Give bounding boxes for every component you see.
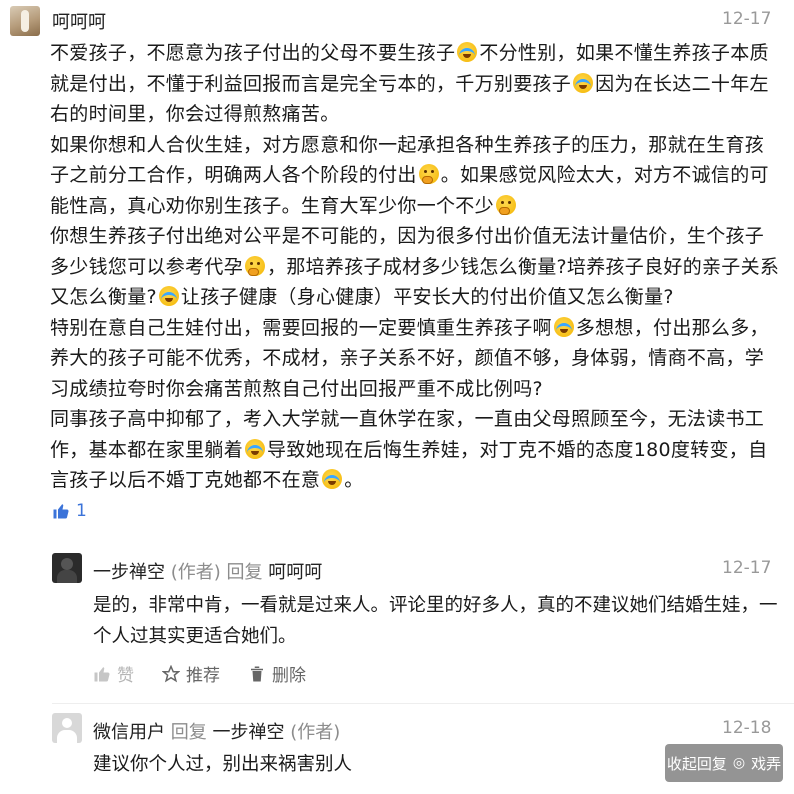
comment-text: 不爱孩子，不愿意为孩子付出的父母不要生孩子	[50, 42, 456, 64]
laugh-cry-emoji-icon	[573, 72, 594, 93]
reply-target[interactable]: 一步禅空	[212, 722, 284, 743]
collapse-label: 收起回复	[666, 754, 727, 773]
laugh-cry-emoji-icon	[553, 316, 574, 337]
reply-date: 12-18	[722, 718, 772, 738]
reply-target[interactable]: 呵呵呵	[268, 562, 322, 583]
comment-paragraph: 同事孩子高中抑郁了，考入大学就一直休学在家，一直由父母照顾至今，无法读书工作，基…	[50, 404, 780, 496]
comment-text: 让孩子健康（身心健康）平安长大的付出价值又怎么衡量?	[180, 286, 674, 308]
comment-text: 。	[344, 469, 364, 491]
thinking-emoji-icon	[418, 164, 439, 184]
avatar[interactable]	[52, 713, 82, 743]
laugh-cry-emoji-icon	[245, 438, 266, 459]
thumbs-up-icon	[94, 666, 110, 681]
reply-author[interactable]: 一步禅空	[93, 562, 165, 583]
laugh-cry-emoji-icon	[158, 286, 179, 306]
laugh-cry-emoji-icon	[457, 42, 478, 62]
delete-button[interactable]: 删除	[248, 661, 306, 686]
reply-author[interactable]: 微信用户	[93, 722, 165, 743]
like-count: 1	[76, 501, 87, 521]
like-action-label: 赞	[117, 666, 134, 686]
comment-paragraph: 不爱孩子，不愿意为孩子付出的父母不要生孩子 不分性别，如果不懂生养孩子本质就是付出…	[50, 38, 780, 130]
laugh-cry-emoji-icon	[322, 469, 343, 489]
author-tag: (作者)	[170, 562, 221, 583]
reply-word: 回复	[170, 722, 207, 743]
thumbs-up-icon	[53, 504, 69, 519]
comment-author[interactable]: 呵呵呵	[52, 8, 106, 34]
recommend-button[interactable]: 推荐	[162, 661, 220, 686]
reply-word: 回复	[226, 562, 263, 583]
divider	[52, 703, 794, 704]
trash-icon	[251, 666, 263, 681]
author-tag: (作者)	[290, 722, 341, 743]
wechat-logo-icon: ◎	[732, 755, 746, 771]
comment-text: 特别在意自己生娃付出，需要回报的一定要慎重生养孩子啊	[50, 316, 552, 339]
delete-label: 删除	[272, 666, 306, 686]
comment-paragraph: 特别在意自己生娃付出，需要回报的一定要慎重生养孩子啊 多想想，付出那么多，养大的孩…	[50, 313, 780, 405]
collapse-replies-button[interactable]: 收起回复 ◎ 戏弄	[665, 744, 783, 782]
reply-header: 一步禅空 (作者) 回复 呵呵呵	[93, 558, 322, 584]
reply-header: 微信用户 回复 一步禅空 (作者)	[93, 718, 340, 744]
watermark-brand: 戏弄	[751, 754, 782, 773]
avatar[interactable]	[10, 6, 40, 36]
comment-paragraph: 如果你想和人合伙生娃，对方愿意和你一起承担各种生养孩子的压力，那就在生育孩子之前…	[50, 130, 780, 222]
thinking-emoji-icon	[245, 255, 266, 276]
avatar[interactable]	[52, 553, 82, 583]
star-icon	[162, 664, 180, 682]
reply-date: 12-17	[722, 558, 772, 578]
reply-text: 是的，非常中肯，一看就是过来人。评论里的好多人，真的不建议她们结婚生娃，一个人过…	[93, 595, 778, 647]
thinking-emoji-icon	[495, 194, 516, 215]
comment-paragraph: 你想生养孩子付出绝对公平是不可能的，因为很多付出价值无法计量估价，生个孩子多少钱…	[50, 221, 780, 313]
recommend-label: 推荐	[186, 666, 220, 686]
comment-body: 不爱孩子，不愿意为孩子付出的父母不要生孩子 不分性别，如果不懂生养孩子本质就是付出…	[50, 38, 780, 496]
like-action-button[interactable]: 赞	[93, 661, 134, 686]
like-button[interactable]: 1	[52, 501, 87, 521]
comment-date: 12-17	[722, 9, 772, 29]
